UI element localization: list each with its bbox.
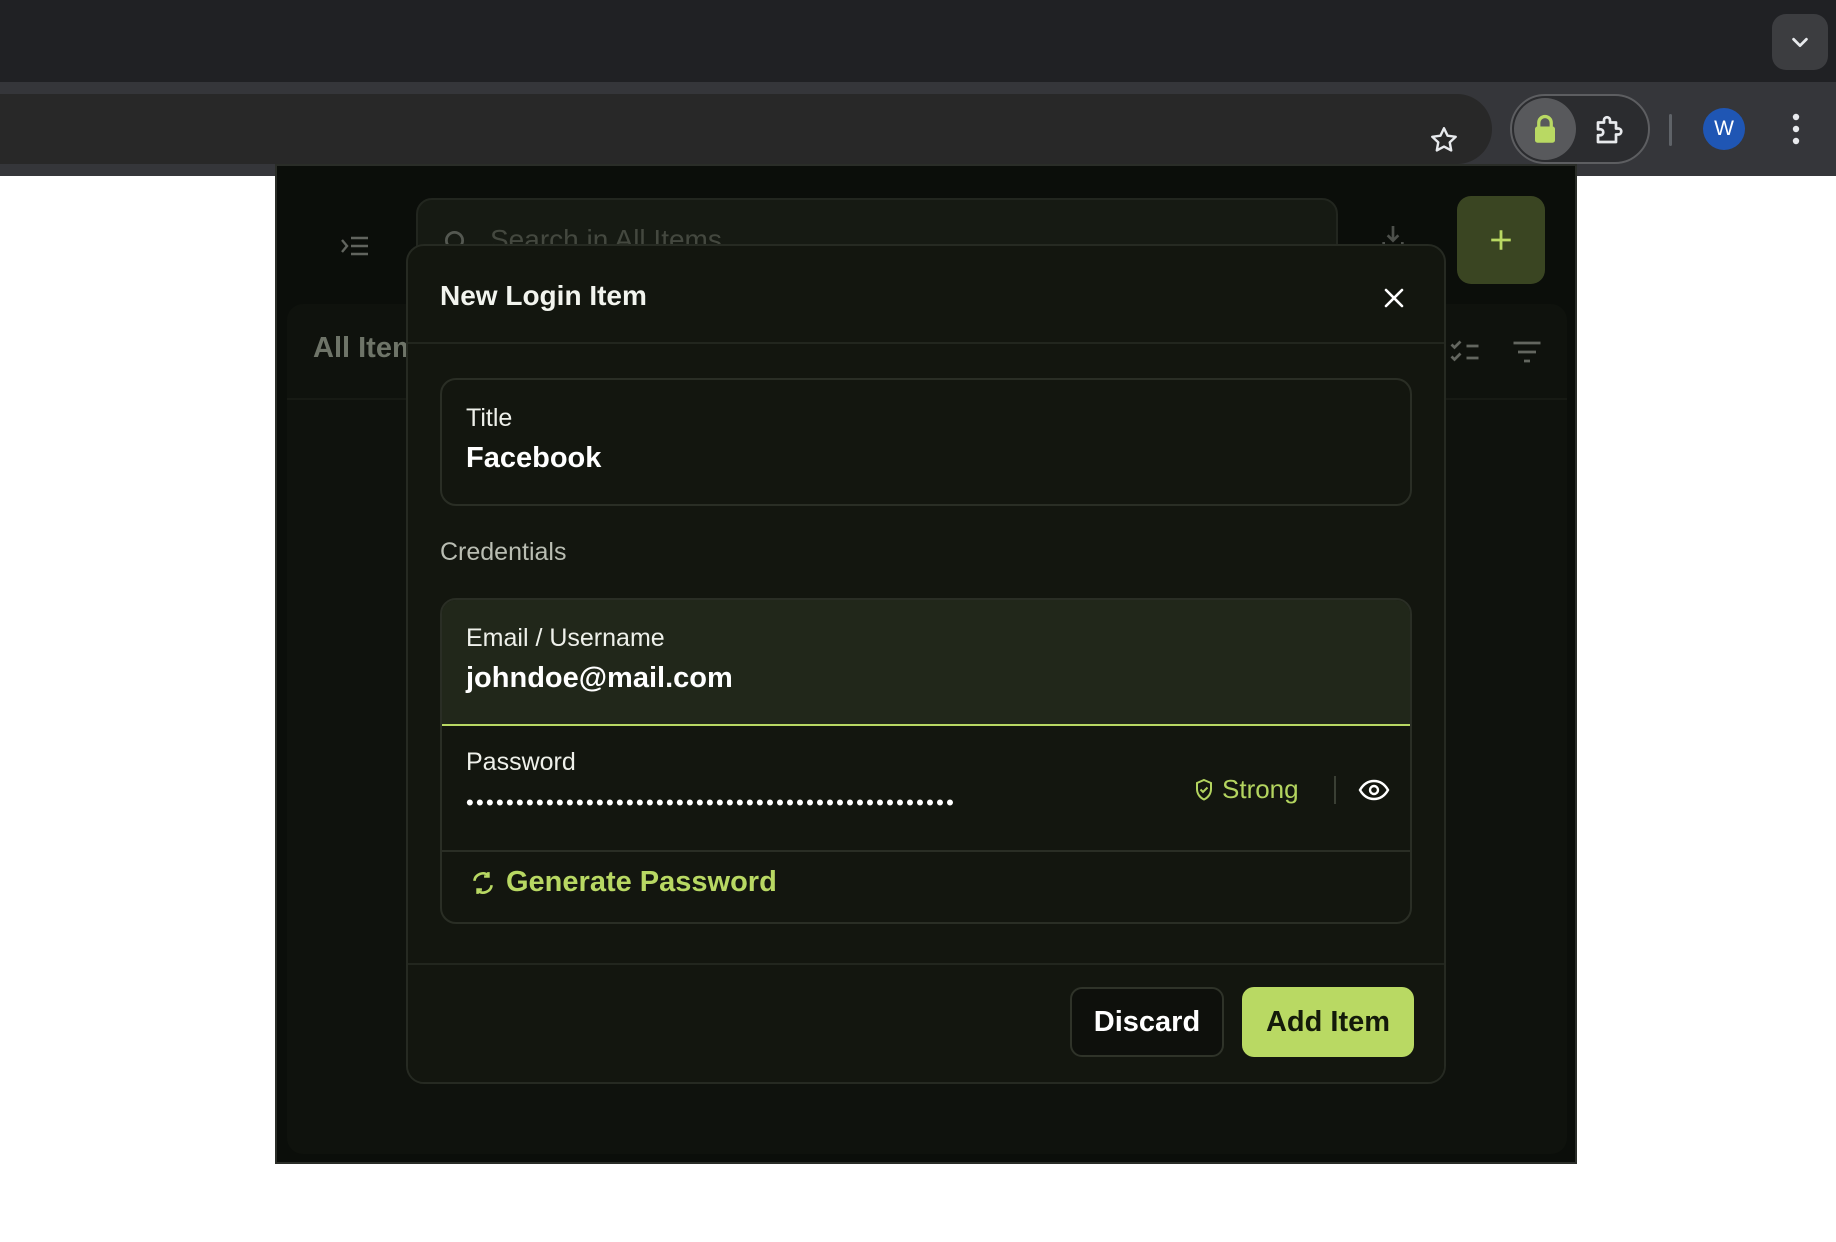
sidebar-toggle-button[interactable] — [335, 226, 375, 266]
menu-expand-icon — [341, 236, 368, 256]
tab-search-button[interactable] — [1772, 14, 1828, 70]
star-icon — [1431, 127, 1457, 152]
extensions-group — [1510, 94, 1650, 164]
lock-icon — [1535, 114, 1555, 143]
title-label: Title — [466, 404, 513, 432]
extensions-button[interactable] — [1584, 104, 1636, 156]
credentials-group: Email / Username johndoe@mail.com Passwo… — [440, 598, 1412, 924]
checklist-icon[interactable] — [1447, 334, 1483, 370]
title-field[interactable]: Title Facebook — [440, 378, 1412, 506]
password-masked-value: ••••••••••••••••••••••••••••••••••••••••… — [466, 790, 957, 815]
bookmark-button[interactable] — [1420, 116, 1468, 164]
add-item-fab[interactable] — [1457, 196, 1545, 284]
browser-toolbar: W — [0, 82, 1836, 176]
generate-password-button[interactable]: Generate Password — [470, 866, 777, 899]
toggle-password-visibility[interactable] — [1354, 770, 1394, 810]
browser-menu-button[interactable] — [1778, 106, 1814, 152]
close-button[interactable] — [1374, 278, 1414, 318]
shield-check-icon — [1196, 778, 1212, 801]
refresh-icon — [473, 871, 493, 894]
profile-initial: W — [1714, 117, 1734, 140]
password-strength-label: Strong — [1222, 774, 1299, 804]
email-label: Email / Username — [466, 624, 665, 652]
chevron-down-icon — [1792, 37, 1808, 48]
toolbar-divider — [1669, 114, 1672, 146]
password-label: Password — [466, 748, 576, 776]
email-value: johndoe@mail.com — [466, 662, 733, 694]
password-strength-indicator: Strong — [1194, 774, 1299, 805]
browser-tab-strip — [0, 0, 1836, 82]
eye-icon — [1358, 779, 1390, 801]
modal-footer: Discard Add Item — [408, 963, 1444, 1082]
plus-icon — [1491, 230, 1511, 250]
password-divider — [1334, 776, 1336, 804]
title-value: Facebook — [466, 442, 602, 474]
email-field[interactable]: Email / Username johndoe@mail.com — [442, 600, 1410, 726]
credentials-section-label: Credentials — [440, 538, 567, 566]
password-manager-extension-button[interactable] — [1514, 98, 1576, 160]
profile-avatar[interactable]: W — [1703, 108, 1745, 150]
new-login-modal: New Login Item Title Facebook Credential… — [406, 244, 1446, 1084]
filter-icon[interactable] — [1509, 334, 1545, 370]
password-field[interactable]: Password •••••••••••••••••••••••••••••••… — [442, 726, 1410, 852]
address-bar[interactable] — [0, 94, 1492, 164]
modal-title: New Login Item — [440, 280, 647, 311]
close-icon — [1384, 288, 1404, 308]
puzzle-icon — [1596, 115, 1623, 144]
add-item-button[interactable]: Add Item — [1242, 987, 1414, 1057]
discard-button[interactable]: Discard — [1070, 987, 1224, 1057]
modal-header: New Login Item — [408, 246, 1444, 344]
generate-password-label: Generate Password — [506, 866, 777, 898]
more-vert-icon — [1792, 113, 1800, 145]
